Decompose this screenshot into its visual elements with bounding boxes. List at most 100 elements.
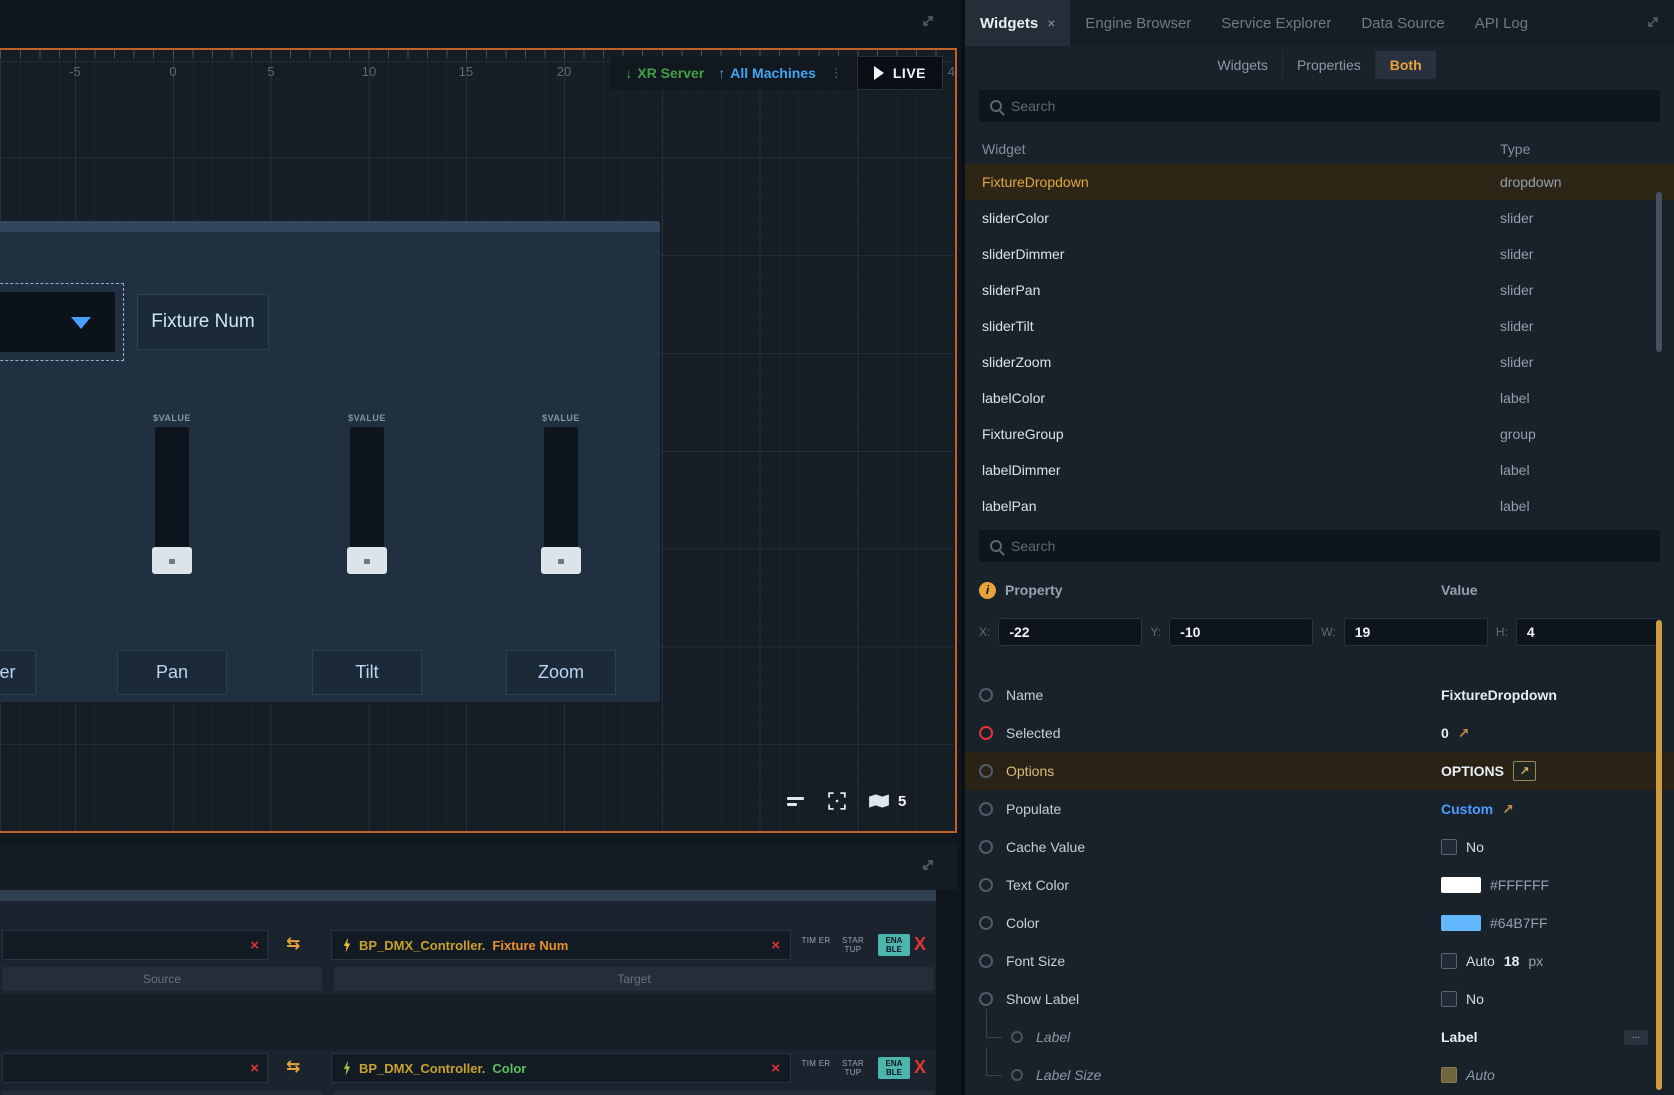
layout-panels-icon[interactable] bbox=[786, 793, 806, 809]
open-link-icon[interactable]: ↗ bbox=[1502, 801, 1514, 818]
widget-row-sliderpan[interactable]: sliderPan slider bbox=[965, 272, 1674, 308]
live-button[interactable]: LIVE bbox=[857, 56, 943, 90]
timer-toggle[interactable]: TIM ER bbox=[799, 936, 833, 945]
populate-value[interactable]: Custom bbox=[1441, 801, 1493, 817]
close-icon[interactable]: × bbox=[1047, 15, 1055, 31]
status-kebab-icon[interactable]: ⋮ bbox=[830, 65, 843, 81]
property-search-input[interactable] bbox=[1011, 538, 1649, 554]
fit-view-icon[interactable] bbox=[828, 792, 846, 810]
x-field[interactable] bbox=[998, 618, 1142, 646]
selection-marquee[interactable] bbox=[0, 283, 124, 361]
slider-handle[interactable] bbox=[347, 547, 387, 574]
binding-ring-icon[interactable] bbox=[979, 916, 993, 930]
label-widget-tilt[interactable]: Tilt bbox=[312, 650, 422, 695]
expand-panel-icon[interactable] bbox=[1646, 15, 1660, 29]
map-pages-icon[interactable]: 5 bbox=[868, 793, 906, 810]
y-field[interactable] bbox=[1169, 618, 1313, 646]
widget-list-scrollbar[interactable] bbox=[1656, 192, 1662, 352]
swap-direction-icon[interactable]: ⇆ bbox=[286, 1057, 300, 1077]
cache-value-checkbox[interactable] bbox=[1441, 839, 1457, 855]
label-value[interactable]: Label bbox=[1441, 1029, 1478, 1045]
view-tab-both[interactable]: Both bbox=[1375, 51, 1436, 79]
binding-source-field[interactable]: × bbox=[2, 1053, 268, 1083]
tab-widgets[interactable]: Widgets × bbox=[965, 0, 1070, 46]
widget-row-fixturegroup[interactable]: FixtureGroup group bbox=[965, 416, 1674, 452]
startup-toggle[interactable]: STAR TUP bbox=[836, 936, 870, 954]
widget-search-input[interactable] bbox=[1011, 98, 1649, 114]
show-label-checkbox[interactable] bbox=[1441, 991, 1457, 1007]
text-color-swatch[interactable] bbox=[1441, 877, 1481, 893]
label-size-auto-checkbox[interactable] bbox=[1441, 1067, 1457, 1083]
binding-ring-icon[interactable] bbox=[979, 954, 993, 968]
open-options-button[interactable]: ↗ bbox=[1513, 761, 1536, 781]
widget-row-slidercolor[interactable]: sliderColor slider bbox=[965, 200, 1674, 236]
source-input[interactable]: Source bbox=[2, 967, 322, 991]
label-widget-dimmer-clipped[interactable]: Dimmer bbox=[0, 650, 36, 695]
binding-ring-icon[interactable] bbox=[979, 802, 993, 816]
remove-binding-icon[interactable]: X bbox=[914, 935, 926, 953]
widget-row-labelcolor[interactable]: labelColor label bbox=[965, 380, 1674, 416]
timer-toggle[interactable]: TIM ER bbox=[799, 1059, 833, 1068]
widget-row-sliderdimmer[interactable]: sliderDimmer slider bbox=[965, 236, 1674, 272]
swap-direction-icon[interactable]: ⇆ bbox=[286, 934, 300, 954]
clear-icon[interactable]: × bbox=[250, 938, 259, 953]
font-size-value[interactable]: 18 bbox=[1504, 953, 1520, 969]
server-download-status[interactable]: ↓ XR Server bbox=[625, 65, 704, 81]
binding-ring-icon[interactable] bbox=[979, 688, 993, 702]
design-viewport[interactable]: -5 0 5 10 15 20 25 30 35 40 $VALUE Pan $… bbox=[0, 48, 957, 833]
tab-service-explorer[interactable]: Service Explorer bbox=[1206, 0, 1346, 46]
enable-badge[interactable]: ENA BLE bbox=[878, 934, 910, 956]
slider-track[interactable] bbox=[544, 427, 578, 549]
open-link-icon[interactable]: ↗ bbox=[1458, 725, 1470, 742]
expand-panel-icon[interactable] bbox=[921, 858, 935, 872]
startup-toggle[interactable]: STAR TUP bbox=[836, 1059, 870, 1077]
h-field[interactable] bbox=[1516, 618, 1660, 646]
tab-api-log[interactable]: API Log bbox=[1460, 0, 1543, 46]
binding-ring-icon[interactable] bbox=[979, 840, 993, 854]
enable-badge[interactable]: ENA BLE bbox=[878, 1057, 910, 1079]
widget-row-sliderzoom[interactable]: sliderZoom slider bbox=[965, 344, 1674, 380]
slider-handle[interactable] bbox=[152, 547, 192, 574]
options-value[interactable]: OPTIONS bbox=[1441, 763, 1504, 779]
target-input[interactable]: Target bbox=[334, 967, 934, 991]
binding-ring-icon[interactable] bbox=[1011, 1069, 1023, 1081]
more-options-button[interactable]: ... bbox=[1624, 1030, 1648, 1045]
info-icon[interactable]: i bbox=[979, 582, 996, 599]
tab-engine-browser[interactable]: Engine Browser bbox=[1070, 0, 1206, 46]
property-panel-scrollbar[interactable] bbox=[1656, 620, 1662, 1090]
binding-target-field[interactable]: BP_DMX_Controller. Fixture Num × bbox=[331, 930, 791, 960]
font-size-auto-checkbox[interactable] bbox=[1441, 953, 1457, 969]
widget-row-slidertilt[interactable]: sliderTilt slider bbox=[965, 308, 1674, 344]
label-widget-fixture-num[interactable]: Fixture Num bbox=[137, 294, 269, 350]
clear-icon[interactable]: × bbox=[771, 1061, 780, 1076]
clear-icon[interactable]: × bbox=[250, 1061, 259, 1076]
machines-upload-status[interactable]: ↑ All Machines bbox=[718, 65, 816, 81]
clear-icon[interactable]: × bbox=[771, 938, 780, 953]
slider-track[interactable] bbox=[155, 427, 189, 549]
remove-binding-icon[interactable]: X bbox=[914, 1058, 926, 1076]
slider-track[interactable] bbox=[350, 427, 384, 549]
binding-ring-active-icon[interactable] bbox=[979, 726, 993, 740]
widget-row-labelpan[interactable]: labelPan label bbox=[965, 488, 1674, 524]
selected-value[interactable]: 0 bbox=[1441, 725, 1449, 741]
view-tab-widgets[interactable]: Widgets bbox=[1203, 51, 1282, 79]
binding-ring-icon[interactable] bbox=[979, 992, 993, 1006]
binding-target-field[interactable]: BP_DMX_Controller. Color × bbox=[331, 1053, 791, 1083]
widget-row-labeldimmer[interactable]: labelDimmer label bbox=[965, 452, 1674, 488]
fixture-dropdown-widget[interactable] bbox=[0, 291, 116, 353]
binding-source-field[interactable]: × bbox=[2, 930, 268, 960]
expand-panel-icon[interactable] bbox=[921, 14, 935, 28]
label-widget-zoom[interactable]: Zoom bbox=[506, 650, 616, 695]
widget-row-fixturedropdown[interactable]: FixtureDropdown dropdown bbox=[965, 164, 1674, 200]
label-widget-pan[interactable]: Pan bbox=[117, 650, 227, 695]
color-swatch[interactable] bbox=[1441, 915, 1481, 931]
name-value[interactable]: FixtureDropdown bbox=[1441, 687, 1557, 703]
slider-handle[interactable] bbox=[541, 547, 581, 574]
w-field[interactable] bbox=[1344, 618, 1488, 646]
binding-ring-icon[interactable] bbox=[979, 878, 993, 892]
binding-ring-icon[interactable] bbox=[1011, 1031, 1023, 1043]
view-tab-properties[interactable]: Properties bbox=[1282, 51, 1375, 79]
tab-data-source[interactable]: Data Source bbox=[1346, 0, 1459, 46]
binding-ring-icon[interactable] bbox=[979, 764, 993, 778]
show-label-state: No bbox=[1466, 991, 1484, 1007]
